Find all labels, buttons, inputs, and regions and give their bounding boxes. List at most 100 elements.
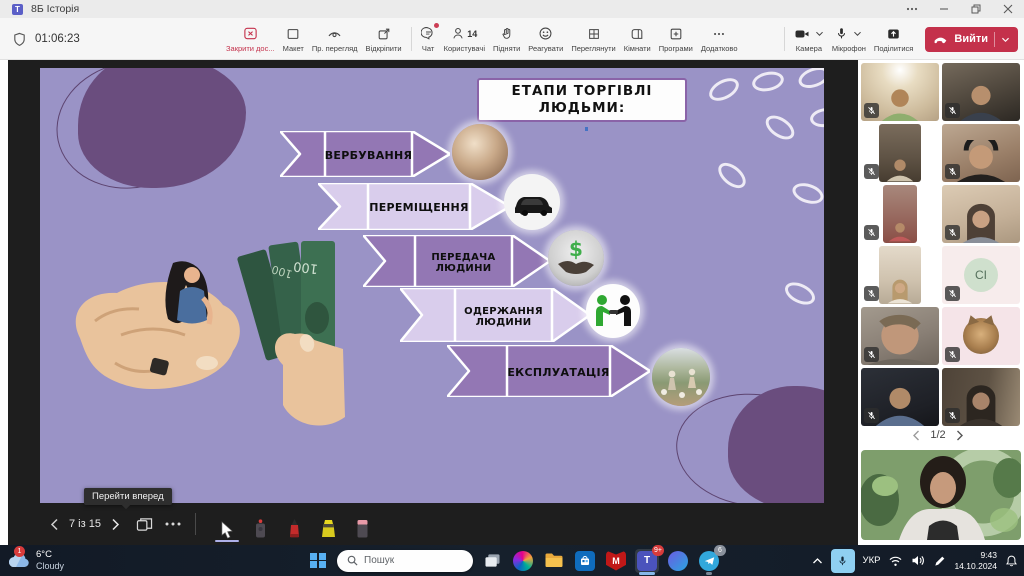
camera-icon [794, 25, 824, 42]
decor-doodle [781, 278, 818, 309]
participant-tile[interactable] [942, 124, 1020, 182]
language-indicator[interactable]: УКР [863, 555, 881, 566]
close-share-button[interactable]: Закрити дос... [222, 19, 279, 59]
participant-tile[interactable] [942, 185, 1020, 243]
store-button[interactable] [573, 549, 597, 573]
telegram-button[interactable]: 6 [697, 549, 721, 573]
share-button[interactable]: Поділитися [870, 19, 917, 59]
task-view-button[interactable] [480, 549, 504, 573]
participant-tile[interactable] [861, 124, 939, 182]
chat-button[interactable]: Чат [417, 19, 440, 59]
slide: ЕТАПИ ТОРГІВЛІ ЛЮДЬМИ: ВЕРБУВАННЯ ПЕРЕМІ… [40, 68, 824, 503]
taskbar-center: Пошук M 9+ T [306, 549, 721, 573]
red-pen-tool[interactable] [282, 509, 308, 539]
mic-button[interactable]: Мікрофон [828, 19, 870, 59]
ellipsis-icon [712, 25, 726, 42]
speaker-icon[interactable] [911, 554, 925, 567]
wifi-icon[interactable] [888, 555, 903, 567]
participant-tile[interactable] [861, 63, 939, 121]
people-button[interactable]: 14 Користувачі [440, 19, 489, 59]
pen-icon[interactable] [933, 554, 946, 567]
dollar-sign: $ [569, 237, 583, 261]
meeting-timer: 01:06:23 [12, 18, 80, 60]
chevron-down-icon[interactable] [815, 30, 824, 37]
loop-button[interactable] [666, 549, 690, 573]
window-more-icon[interactable] [896, 0, 928, 18]
participants-sidebar: CI [858, 60, 1024, 545]
participant-tile[interactable] [861, 307, 939, 365]
mic-off-icon [945, 408, 960, 423]
highlighter-tool[interactable] [316, 509, 342, 539]
chevron-down-icon[interactable] [1001, 36, 1010, 43]
mic-off-icon [945, 286, 960, 301]
decor-doodle [705, 74, 742, 106]
taskbar-search[interactable]: Пошук [337, 550, 473, 572]
stage-more-button[interactable] [165, 522, 181, 526]
copilot-button[interactable] [511, 549, 535, 573]
page-next-icon[interactable] [956, 430, 964, 441]
bell-icon[interactable] [1005, 554, 1018, 568]
unpin-button[interactable]: Відкріпити [362, 19, 406, 59]
tray-date: 14.10.2024 [954, 561, 997, 572]
laser-pointer-tool[interactable] [248, 509, 274, 539]
layout-button[interactable]: Макет [279, 19, 308, 59]
stage-arrow-3: ПЕРЕДАЧА ЛЮДИНИ [363, 235, 550, 291]
stage-arrow-4: ОДЕРЖАННЯ ЛЮДИНИ [400, 288, 590, 346]
stage-label: ПЕРЕДАЧА ЛЮДИНИ [415, 235, 512, 291]
apps-button[interactable]: Програми [655, 19, 697, 59]
preview-button[interactable]: Пр. перегляд [308, 19, 362, 59]
participant-tile[interactable] [942, 368, 1020, 426]
view-button[interactable]: Переглянути [567, 19, 619, 59]
mic-off-icon [864, 347, 879, 362]
teacher-video-tile[interactable] [861, 450, 1021, 540]
tray-chevron-up-icon[interactable] [812, 557, 823, 565]
eye-icon [327, 25, 342, 42]
weather-widget[interactable]: 1 6°C Cloudy [6, 550, 64, 571]
participant-tile[interactable] [942, 63, 1020, 121]
participant-tile-initials[interactable]: CI [942, 246, 1020, 304]
weather-temp: 6°C [36, 550, 64, 561]
start-button[interactable] [306, 549, 330, 573]
mcafee-icon: M [606, 551, 626, 571]
screen: T 8Б Історія 01:06:23 Закрити дос... Мак… [0, 0, 1024, 576]
more-button[interactable]: Додатково [697, 19, 742, 59]
rooms-button[interactable]: Кімнати [620, 19, 655, 59]
decor-doodle [714, 158, 751, 193]
prev-slide-button[interactable] [50, 518, 59, 531]
stage-nav-separator [195, 513, 196, 535]
slide-title: ЕТАПИ ТОРГІВЛІ ЛЮДЬМИ: [477, 78, 687, 122]
task-view-icon [484, 553, 501, 568]
raise-hand-button[interactable]: Підняти [489, 19, 524, 59]
decor-doodle [796, 68, 824, 92]
slide-grid-button[interactable] [136, 517, 153, 532]
taskbar-clock[interactable]: 9:43 14.10.2024 [954, 550, 997, 571]
tray-mic-button[interactable] [831, 549, 855, 573]
react-button[interactable]: Реагувати [524, 19, 567, 59]
eraser-tool[interactable] [350, 509, 376, 539]
window-close-icon[interactable] [992, 0, 1024, 18]
participant-tile[interactable] [861, 185, 939, 243]
mic-off-icon [864, 164, 879, 179]
window-restore-icon[interactable] [960, 0, 992, 18]
participant-tile[interactable] [861, 368, 939, 426]
recruitment-photo [452, 124, 508, 180]
people-icon: 14 [451, 25, 477, 42]
mcafee-button[interactable]: M [604, 549, 628, 573]
chevron-down-icon[interactable] [853, 30, 862, 37]
stage-nav: 7 із 15 [8, 503, 858, 545]
file-explorer-button[interactable] [542, 549, 566, 573]
window-minimize-icon[interactable] [928, 0, 960, 18]
folder-icon [544, 552, 564, 569]
teams-taskbar-button[interactable]: 9+ T [635, 549, 659, 573]
participant-tile[interactable] [861, 246, 939, 304]
page-prev-icon[interactable] [912, 430, 920, 441]
participant-tile-cat[interactable] [942, 307, 1020, 365]
raise-hand-icon [500, 25, 514, 42]
leave-label: Вийти [954, 33, 988, 45]
next-slide-button[interactable] [111, 518, 120, 531]
leave-button[interactable]: Вийти [925, 27, 1018, 52]
camera-button[interactable]: Камера [790, 19, 828, 59]
decor-doodle [790, 180, 824, 208]
pointer-tool[interactable] [214, 509, 240, 539]
teams-logo-icon: T [12, 4, 23, 15]
